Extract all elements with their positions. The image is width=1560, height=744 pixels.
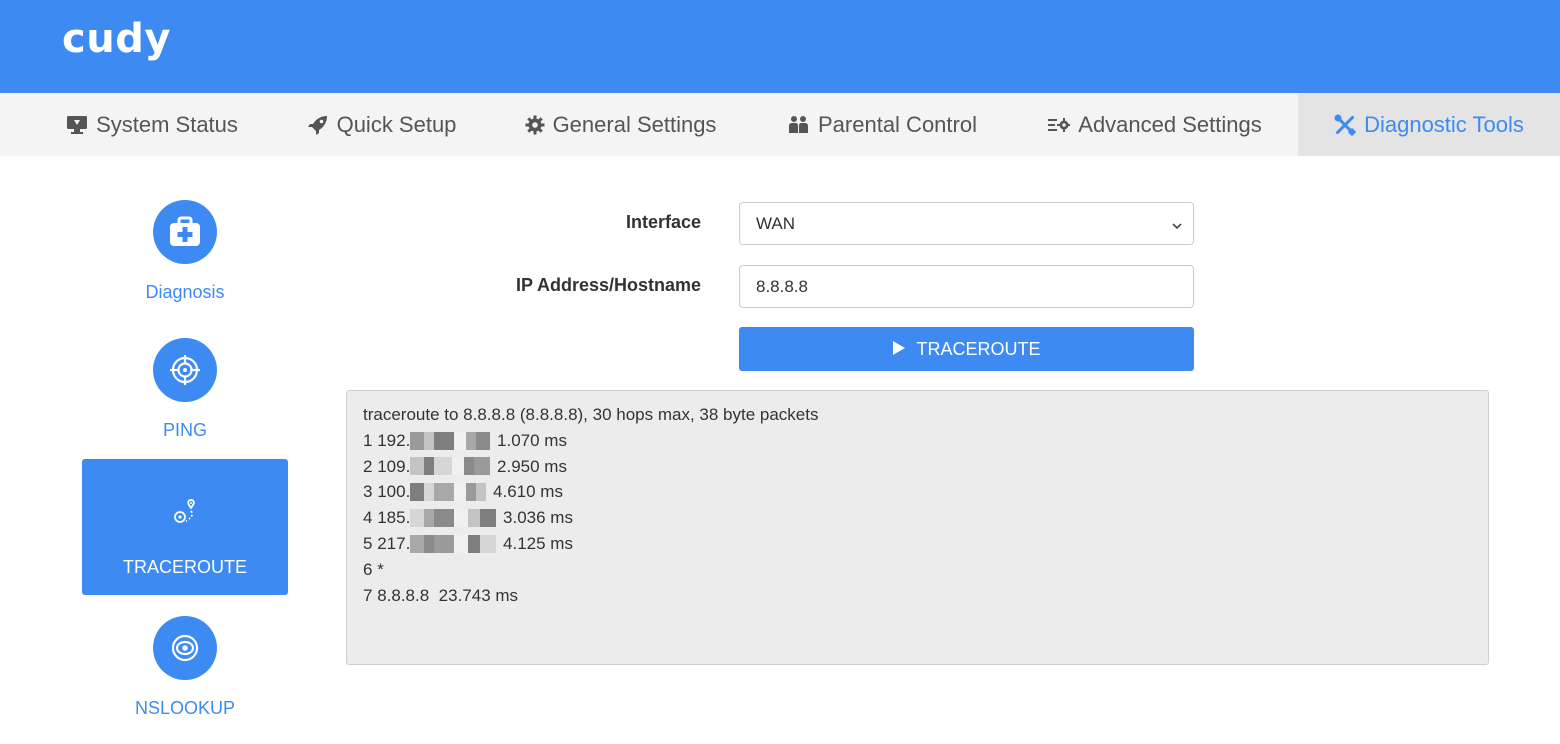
- interface-label: Interface: [625, 212, 701, 232]
- top-bar: cudy: [0, 0, 1560, 93]
- cudy-logo[interactable]: cudy: [62, 16, 171, 62]
- hop-time: 4.610 ms: [493, 482, 563, 502]
- play-icon: [892, 339, 906, 360]
- redacted-ip-block: [410, 431, 491, 450]
- hop-row: 4 185. 3.036 ms: [363, 505, 1472, 531]
- hop-address: 185.: [377, 508, 411, 528]
- redacted-ip-block: [410, 509, 497, 528]
- hop-number: 6: [363, 559, 373, 579]
- hop-address: 192.: [377, 430, 411, 450]
- host-input[interactable]: [739, 265, 1194, 308]
- interface-select[interactable]: WAN: [739, 202, 1194, 245]
- sidebar-item-label: Diagnosis: [145, 282, 225, 302]
- nav-item-parental-control[interactable]: Parental Control: [765, 93, 1000, 156]
- sidebar-item-label: TRACEROUTE: [122, 557, 247, 577]
- hop-row: 7 8.8.8.8 23.743 ms: [363, 583, 1472, 609]
- hop-row: 6 *: [363, 557, 1472, 583]
- hop-number: 2: [363, 456, 373, 476]
- hop-number: 5: [363, 533, 373, 553]
- hop-time: 23.743 ms: [438, 585, 519, 605]
- nav-item-system-status[interactable]: System Status: [42, 93, 262, 156]
- nav-item-general-settings[interactable]: General Settings: [503, 93, 738, 156]
- monitor-icon: [66, 115, 88, 135]
- nav-item-label: System Status: [96, 111, 238, 137]
- sidebar-item-ping[interactable]: PING: [82, 330, 288, 466]
- hop-time: 3.036 ms: [503, 508, 573, 528]
- hop-address: 109.: [377, 456, 411, 476]
- hop-number: 1: [363, 430, 373, 450]
- nav-item-label: Advanced Settings: [1078, 111, 1262, 137]
- traceroute-button[interactable]: TRACEROUTE: [739, 327, 1194, 371]
- advanced-settings-icon: [1048, 116, 1071, 134]
- hop-time: 1.070 ms: [497, 430, 567, 450]
- chevron-down-icon: [1171, 217, 1183, 237]
- hop-number: 3: [363, 482, 373, 502]
- host-label: IP Address/Hostname: [515, 275, 701, 295]
- hop-number: 4: [363, 508, 373, 528]
- traceroute-output: traceroute to 8.8.8.8 (8.8.8.8), 30 hops…: [346, 390, 1489, 665]
- hop-row: 3 100. 4.610 ms: [363, 479, 1472, 505]
- sidebar-item-traceroute[interactable]: TRACEROUTE: [82, 459, 288, 595]
- hop-number: 7: [363, 585, 373, 605]
- nav-item-diagnostic-tools[interactable]: Diagnostic Tools: [1298, 93, 1560, 156]
- redacted-ip-block: [410, 483, 487, 502]
- hop-address: 217.: [377, 533, 411, 553]
- hop-row: 2 109. 2.950 ms: [363, 454, 1472, 480]
- tools-icon: [1334, 114, 1356, 136]
- main-nav: System Status Quick Setup General Settin…: [0, 93, 1560, 156]
- eye-icon: [153, 616, 217, 680]
- target-icon: [153, 338, 217, 402]
- output-header: traceroute to 8.8.8.8 (8.8.8.8), 30 hops…: [363, 405, 819, 424]
- family-icon: [788, 115, 810, 135]
- nav-item-label: General Settings: [552, 111, 717, 137]
- sidebar-item-nslookup[interactable]: NSLOOKUP: [82, 608, 288, 744]
- nav-item-label: Quick Setup: [336, 111, 457, 137]
- redacted-ip-block: [410, 457, 491, 476]
- hop-row: 1 192. 1.070 ms: [363, 428, 1472, 454]
- hop-time: 2.950 ms: [497, 456, 567, 476]
- first-aid-kit-icon: [153, 200, 217, 264]
- hop-address: *: [377, 559, 384, 579]
- sidebar-item-label: NSLOOKUP: [134, 698, 236, 718]
- nav-item-label: Parental Control: [818, 111, 977, 137]
- nav-item-quick-setup[interactable]: Quick Setup: [284, 93, 479, 156]
- nav-item-advanced-settings[interactable]: Advanced Settings: [1030, 93, 1280, 156]
- hop-row: 5 217. 4.125 ms: [363, 531, 1472, 557]
- hop-address: 100.: [377, 482, 411, 502]
- traceroute-button-label: TRACEROUTE: [916, 338, 1041, 359]
- sidebar-item-label: PING: [162, 420, 207, 440]
- rocket-icon: [307, 114, 329, 136]
- interface-select-value: WAN: [756, 213, 796, 233]
- sidebar-item-diagnosis[interactable]: Diagnosis: [82, 190, 288, 326]
- hop-time: 4.125 ms: [503, 533, 573, 553]
- gear-icon: [525, 115, 545, 135]
- route-icon: [153, 479, 217, 543]
- hop-address: 8.8.8.8: [377, 585, 430, 605]
- redacted-ip-block: [410, 534, 497, 553]
- nav-item-label: Diagnostic Tools: [1364, 111, 1524, 137]
- hop-list: 1 192. 1.070 ms 2 109. 2.950 ms 3 100. 4.6…: [363, 428, 1472, 609]
